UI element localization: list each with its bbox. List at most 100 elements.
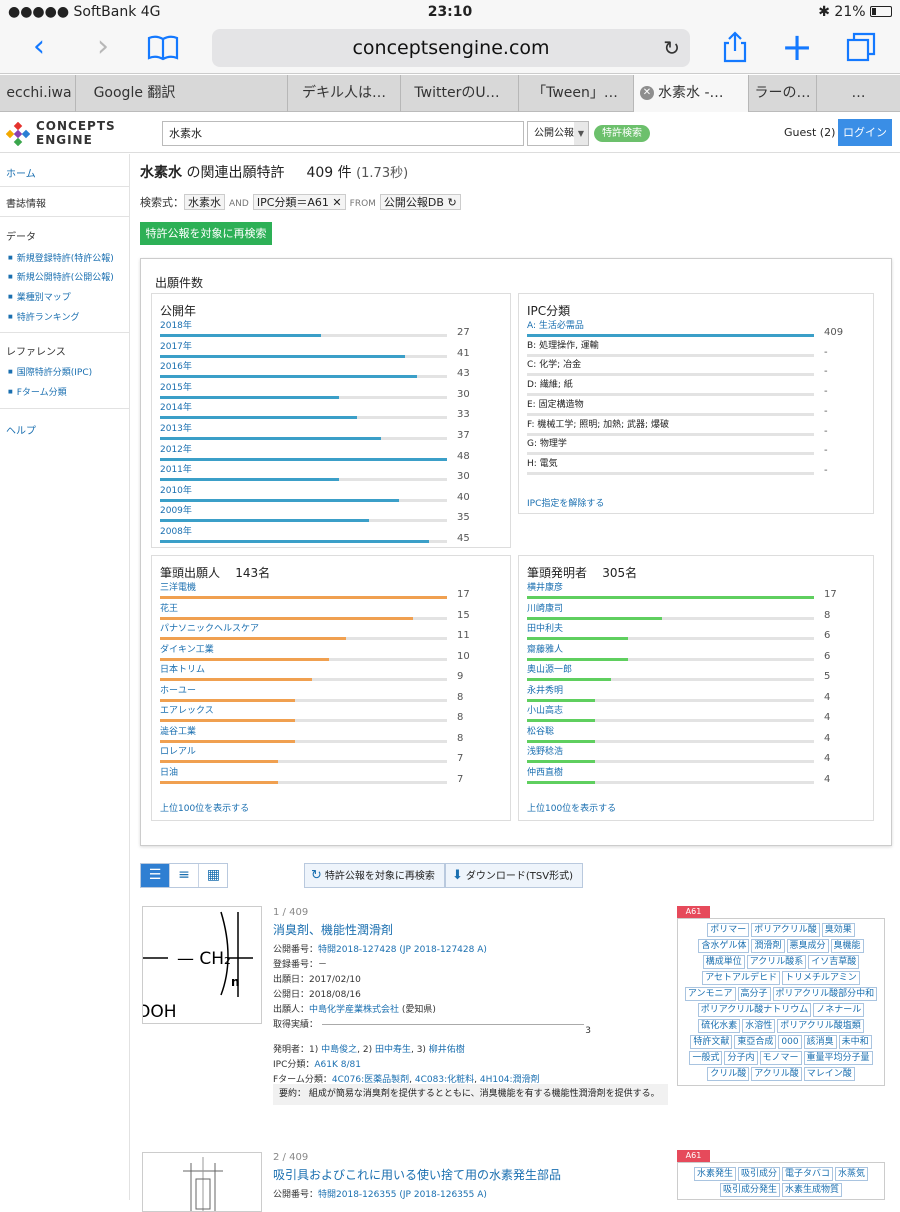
inventors-row-label[interactable]: 川崎康司 <box>527 604 563 614</box>
result-title-link[interactable]: 消臭剤、機能性潤滑剤 <box>273 921 673 938</box>
tab-more[interactable]: … <box>816 75 900 112</box>
login-button[interactable]: ログイン <box>838 119 892 146</box>
formula-db-chip[interactable]: 公開公報DB ↻ <box>379 194 461 210</box>
inventor-link[interactable]: 中島俊之 <box>321 1045 357 1055</box>
keyword-tag[interactable]: 悪臭成分 <box>786 939 829 953</box>
pubno-link[interactable]: 特開2018-126355 (JP 2018-126355 A) <box>318 1190 487 1200</box>
show-top100-inventors[interactable]: 上位100位を表示する <box>527 801 616 814</box>
pubno-link[interactable]: 特開2018-127428 (JP 2018-127428 A) <box>318 945 487 955</box>
applicants-row-label[interactable]: ホーユー <box>160 686 196 696</box>
tab-dekiru[interactable]: デキル人は… <box>287 75 400 112</box>
ipc-link[interactable]: A61K 8/81 <box>314 1060 361 1070</box>
share-icon[interactable] <box>718 30 752 64</box>
ipc-row-label[interactable]: E: 固定構造物 <box>527 400 584 410</box>
keyword-tag[interactable]: 臭機能 <box>830 939 864 953</box>
inventors-row-label[interactable]: 松谷聡 <box>527 727 554 737</box>
keyword-tag[interactable]: イソ吉草酸 <box>808 955 860 969</box>
inventors-row-label[interactable]: 田中利夫 <box>527 624 563 634</box>
grid-view-icon[interactable]: ▦ <box>199 864 228 887</box>
keyword-tag[interactable]: ポリアクリル酸 <box>751 923 820 937</box>
tab-google-translate[interactable]: Google 翻訳 <box>75 75 193 112</box>
year-row-label[interactable]: 2018年 <box>160 321 192 331</box>
bookmarks-icon[interactable] <box>146 30 180 64</box>
inventors-row-label[interactable]: 浅野稔浩 <box>527 747 563 757</box>
keyword-tag[interactable]: アクリル酸 <box>751 1067 802 1081</box>
ipc-row-label[interactable]: A: 生活必需品 <box>527 321 584 331</box>
sidebar-item-ipc[interactable]: 国際特許分類(IPC) <box>8 365 92 378</box>
keyword-tag[interactable]: ノネナール <box>813 1003 865 1017</box>
sidebar-item-biblio[interactable]: 書誌情報 <box>6 195 46 210</box>
year-row-label[interactable]: 2011年 <box>160 465 192 475</box>
applicants-row-label[interactable]: 澁谷工業 <box>160 727 196 737</box>
applicants-row-label[interactable]: 日本トリム <box>160 665 205 675</box>
keyword-tag[interactable]: トリメチルアミン <box>781 971 860 985</box>
keyword-tag[interactable]: 水素発生 <box>693 1167 736 1181</box>
keyword-tag[interactable]: 吸引成分発生 <box>719 1183 780 1197</box>
applicants-row-label[interactable]: パナソニックヘルスケア <box>160 624 259 634</box>
keyword-tag[interactable]: クリル酸 <box>707 1067 750 1081</box>
year-row-label[interactable]: 2013年 <box>160 424 192 434</box>
keyword-tag[interactable]: 潤滑剤 <box>751 939 785 953</box>
tab-active-suisosui[interactable]: ✕ 水素水 -… <box>633 75 748 112</box>
tab-tween[interactable]: 「Tween」… <box>518 75 631 112</box>
applicants-row-label[interactable]: エアレックス <box>160 706 214 716</box>
list-view-icon[interactable]: ≡ <box>170 864 199 887</box>
result-thumbnail[interactable]: — CH₂ n OOH <box>142 906 262 1024</box>
keyword-tag[interactable]: アンモニア <box>684 987 736 1001</box>
keyword-tag[interactable]: 硫化水素 <box>698 1019 741 1033</box>
keyword-tag[interactable]: ポリアクリル酸部分中和 <box>772 987 878 1001</box>
keyword-tag[interactable]: 東亞合成 <box>734 1035 777 1049</box>
keyword-tag[interactable]: 特許文献 <box>690 1035 733 1049</box>
forward-icon[interactable]: › <box>86 30 120 64</box>
research-patents-button[interactable]: 特許公報を対象に再検索 <box>140 222 272 245</box>
keyword-tag[interactable]: 水溶性 <box>742 1019 776 1033</box>
close-tab-icon[interactable]: ✕ <box>640 86 654 100</box>
applicants-row-label[interactable]: 日油 <box>160 768 178 778</box>
inventors-row-label[interactable]: 齋藤雅人 <box>527 645 563 655</box>
inventors-row-label[interactable]: 横井康彦 <box>527 583 563 593</box>
year-row-label[interactable]: 2015年 <box>160 383 192 393</box>
ipc-row-label[interactable]: D: 繊維; 紙 <box>527 380 573 390</box>
keyword-tag[interactable]: アセトアルデヒド <box>702 971 780 985</box>
keyword-tag[interactable]: ポリアクリル酸ナトリウム <box>697 1003 812 1017</box>
inventors-row-label[interactable]: 奥山源一郎 <box>527 665 572 675</box>
keyword-tag[interactable]: 構成単位 <box>702 955 745 969</box>
remove-filter-icon[interactable]: ✕ <box>332 196 341 209</box>
applicant-link[interactable]: 中島化学産業株式会社 <box>309 1005 399 1015</box>
result-thumbnail[interactable] <box>142 1152 262 1212</box>
search-input[interactable]: 水素水 <box>162 121 524 146</box>
switch-db-icon[interactable]: ↻ <box>447 196 456 209</box>
db-select[interactable]: 公開公報 ▼ <box>527 121 589 146</box>
year-row-label[interactable]: 2016年 <box>160 362 192 372</box>
keyword-tag[interactable]: 水蒸気 <box>835 1167 869 1181</box>
clear-ipc-link[interactable]: IPC指定を解除する <box>527 496 604 509</box>
tab-other[interactable]: ラーの… <box>748 75 816 112</box>
ipc-row-label[interactable]: C: 化学; 冶金 <box>527 360 581 370</box>
address-bar[interactable]: conceptsengine.com ↻ <box>212 29 690 67</box>
sidebar-item-new-published[interactable]: 新規公開特許(公開公報) <box>8 270 114 283</box>
back-icon[interactable]: ‹ <box>22 30 56 64</box>
year-row-label[interactable]: 2012年 <box>160 445 192 455</box>
keyword-tag[interactable]: アクリル酸系 <box>746 955 807 969</box>
keyword-tag[interactable]: 該消臭 <box>803 1035 837 1049</box>
result-title-link[interactable]: 吸引具およびこれに用いる使い捨て用の水素発生部品 <box>273 1166 673 1183</box>
patent-search-button[interactable]: 特許検索 <box>594 125 650 142</box>
keyword-tag[interactable]: モノマー <box>759 1051 802 1065</box>
new-tab-icon[interactable]: + <box>780 28 814 66</box>
keyword-tag[interactable]: 含水ゲル体 <box>698 939 750 953</box>
keyword-tag[interactable]: ポリマー <box>707 923 750 937</box>
concepts-engine-logo[interactable]: CONCEPTS ENGINE <box>6 120 156 148</box>
ipc-row-label[interactable]: B: 処理操作, 運輸 <box>527 341 599 351</box>
sidebar-item-help[interactable]: ヘルプ <box>6 422 36 437</box>
keyword-tag[interactable]: 臭効果 <box>821 923 855 937</box>
keyword-tag[interactable]: 吸引成分 <box>737 1167 780 1181</box>
keyword-tag[interactable]: ポリアクリル酸塩類 <box>777 1019 864 1033</box>
ipc-row-label[interactable]: G: 物理学 <box>527 439 567 449</box>
applicants-row-label[interactable]: ロレアル <box>160 747 196 757</box>
formula-ipc-chip[interactable]: IPC分類＝A61 ✕ <box>252 194 346 210</box>
applicants-row-label[interactable]: ダイキン工業 <box>160 645 214 655</box>
inventors-row-label[interactable]: 小山高志 <box>527 706 563 716</box>
inventor-link[interactable]: 田中寿生 <box>375 1045 411 1055</box>
keyword-tag[interactable]: 水素生成物質 <box>782 1183 843 1197</box>
download-tsv-button[interactable]: ⬇ ダウンロード(TSV形式) <box>445 863 584 888</box>
